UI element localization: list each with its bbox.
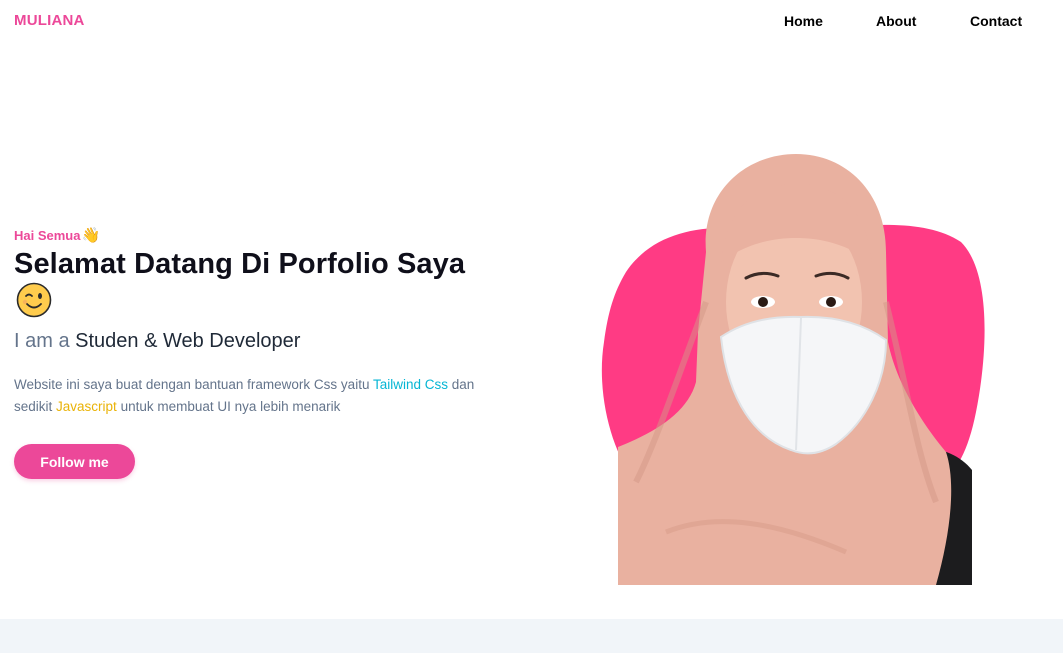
- subtitle-prefix: I am a: [14, 330, 70, 352]
- hero-greeting: Hai Semua 👋: [14, 226, 100, 244]
- waving-hand-icon: 👋: [81, 227, 101, 244]
- footer-band: [0, 619, 1063, 653]
- winking-face-icon: [16, 282, 52, 318]
- javascript-link[interactable]: Javascript: [56, 399, 117, 414]
- hero-subtitle: I am a Studen & Web Developer: [14, 330, 300, 353]
- greeting-text: Hai Semua: [14, 227, 81, 243]
- nav-link-home[interactable]: Home: [784, 13, 823, 29]
- nav-link-contact[interactable]: Contact: [970, 13, 1022, 29]
- desc-part-3: untuk membuat UI nya lebih menarik: [116, 399, 341, 414]
- nav-link-about[interactable]: About: [876, 13, 916, 29]
- hero-description: Website ini saya buat dengan bantuan fra…: [14, 374, 494, 418]
- navbar: MULIANA Home About Contact: [0, 0, 1063, 42]
- hero-title: Selamat Datang Di Porfolio Saya: [14, 248, 466, 280]
- desc-part-1: Website ini saya buat dengan bantuan fra…: [14, 377, 373, 392]
- brand-logo[interactable]: MULIANA: [14, 12, 85, 29]
- follow-me-button[interactable]: Follow me: [14, 444, 135, 479]
- tailwind-link[interactable]: Tailwind Css: [373, 377, 448, 392]
- subtitle-role: Studen & Web Developer: [75, 330, 301, 352]
- profile-portrait: [601, 154, 985, 585]
